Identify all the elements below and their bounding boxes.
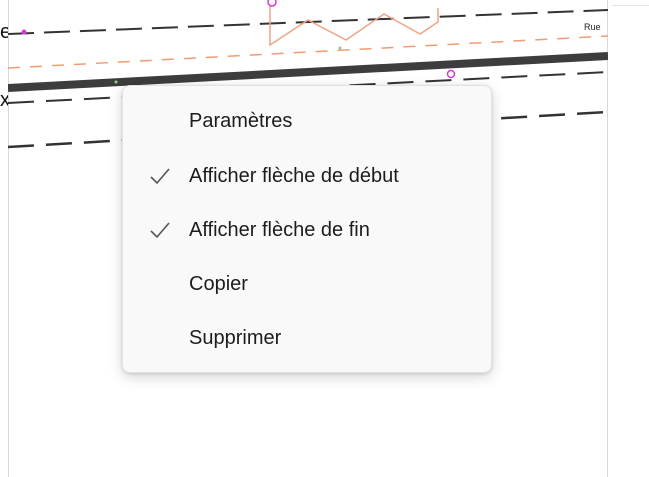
marker-point-top — [267, 0, 277, 7]
menu-item-label: Afficher flèche de début — [189, 165, 399, 187]
street-label: Rue — [584, 22, 601, 32]
menu-item-label: Paramètres — [189, 110, 293, 132]
lane-dash-line-top — [8, 9, 608, 35]
marker-dot-green-2 — [338, 46, 342, 50]
checkmark-icon — [150, 168, 170, 185]
marker-point-center — [446, 69, 456, 79]
menu-item-delete[interactable]: Supprimer — [131, 313, 483, 363]
road-edge-line — [8, 52, 608, 92]
marker-point-left — [21, 29, 27, 35]
menu-item-show-start-arrow[interactable]: Afficher flèche de début — [131, 151, 483, 201]
side-panel-edge — [612, 0, 649, 6]
menu-item-copy[interactable]: Copier — [131, 259, 483, 309]
menu-item-label: Copier — [189, 273, 248, 295]
menu-item-label: Supprimer — [189, 327, 282, 349]
marker-dot-green-1 — [114, 80, 118, 84]
context-menu: Paramètres Afficher flèche de début Affi… — [122, 85, 492, 373]
zigzag-marking — [269, 5, 439, 47]
menu-item-show-end-arrow[interactable]: Afficher flèche de fin — [131, 205, 483, 255]
checkmark-icon — [150, 222, 170, 239]
menu-item-parametres[interactable]: Paramètres — [131, 96, 483, 146]
menu-item-label: Afficher flèche de fin — [189, 219, 370, 241]
